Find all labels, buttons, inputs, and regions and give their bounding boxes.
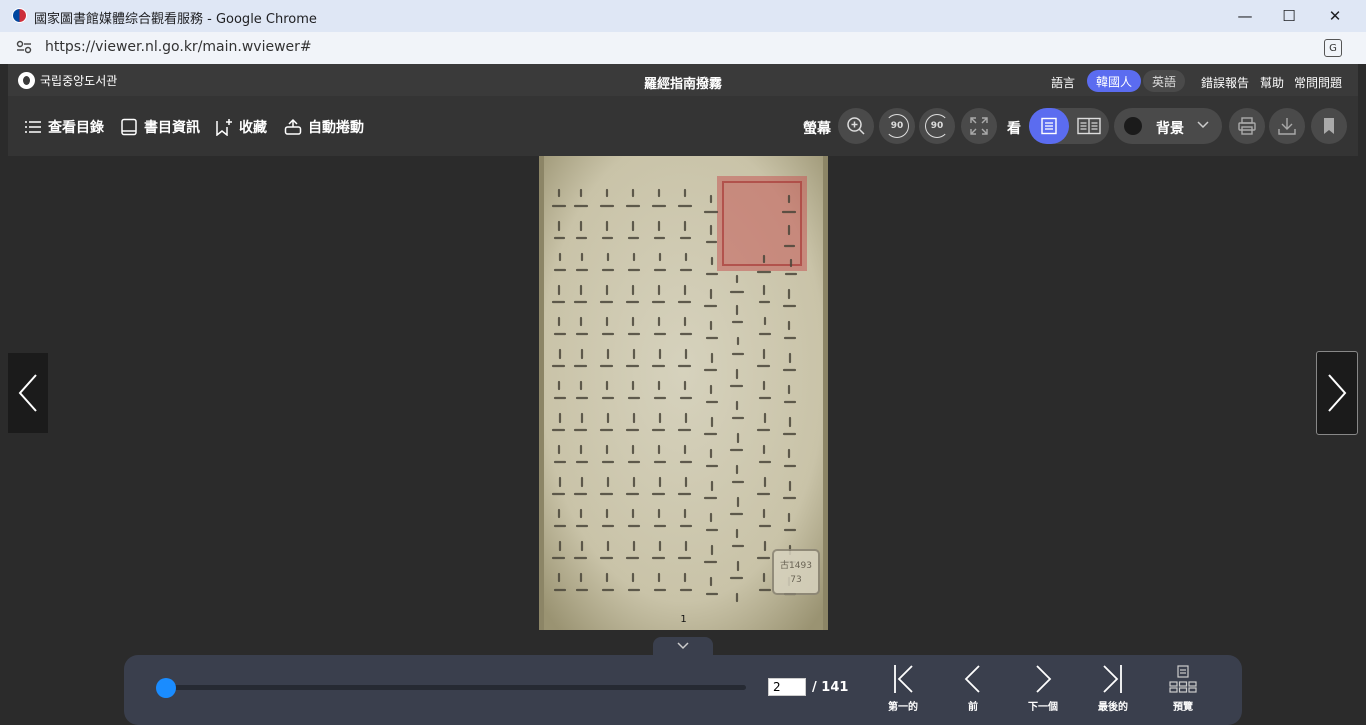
rotate-right-button[interactable]: 90 <box>919 108 955 144</box>
toc-label: 查看目錄 <box>48 120 104 136</box>
collapse-bottom-bar-button[interactable] <box>653 637 713 655</box>
page-number-label: 1 <box>680 614 687 625</box>
double-page-icon <box>1077 117 1101 135</box>
next-page-arrow-button[interactable] <box>1316 351 1358 435</box>
download-button[interactable] <box>1269 108 1305 144</box>
stamp-line-1: 古1493 <box>780 559 812 571</box>
chevron-down-icon <box>677 642 689 650</box>
auto-scroll-button[interactable]: 自動捲動 <box>284 117 364 137</box>
rotate-left-button[interactable]: 90 <box>879 108 915 144</box>
manuscript-page-image: 古1493 73 <box>539 156 828 630</box>
help-link[interactable]: 幫助 <box>1260 74 1284 91</box>
page-navigation-bar <box>124 655 1242 725</box>
last-page-button[interactable]: 最後的 <box>1088 664 1138 713</box>
rotate-right-icon: 90 <box>925 114 949 138</box>
error-report-link[interactable]: 錯誤報告 <box>1201 74 1249 91</box>
site-info-icon[interactable] <box>16 40 34 56</box>
lang-korean-button[interactable]: 韓國人 <box>1087 70 1141 92</box>
close-window-button[interactable]: ✕ <box>1312 0 1358 32</box>
bookmark-add-button[interactable]: 收藏 <box>215 117 267 137</box>
first-page-icon <box>894 665 913 693</box>
red-seal-stamp <box>717 176 807 271</box>
rotate-left-icon: 90 <box>885 114 909 138</box>
fullscreen-button[interactable] <box>961 108 997 144</box>
first-page-button[interactable]: 第一的 <box>878 664 928 713</box>
window-title: 國家圖書館媒體综合觀看服務 - Google Chrome <box>34 12 317 27</box>
prev-page-arrow-button[interactable] <box>8 353 48 433</box>
bookmark-list-button[interactable] <box>1311 108 1347 144</box>
view-mode-label: 看 <box>1007 121 1021 137</box>
url-field[interactable]: https://viewer.nl.go.kr/main.wviewer# <box>45 39 312 55</box>
chevron-right-icon <box>1328 374 1347 412</box>
book-icon <box>121 118 137 136</box>
faq-link[interactable]: 常問問題 <box>1294 74 1342 91</box>
bookmark-label: 收藏 <box>239 120 267 136</box>
page-number-input[interactable] <box>768 678 806 696</box>
preview-grid-icon <box>1169 665 1197 693</box>
page-slider-track[interactable] <box>158 685 746 690</box>
library-call-number-stamp: 古1493 73 <box>772 549 820 595</box>
bookmark-plus-icon <box>216 119 232 136</box>
preview-button[interactable]: 預覽 <box>1158 664 1208 713</box>
last-page-label: 最後的 <box>1098 702 1128 713</box>
page-slider-thumb[interactable] <box>156 678 176 698</box>
fullscreen-icon <box>970 117 988 135</box>
translate-icon[interactable]: G <box>1324 39 1342 57</box>
chevron-down-icon <box>1196 117 1210 135</box>
previous-page-button[interactable]: 前 <box>948 664 998 713</box>
next-icon <box>1036 665 1052 693</box>
single-page-view-button[interactable] <box>1029 108 1069 144</box>
bookmark-icon <box>1324 118 1334 134</box>
single-page-icon <box>1041 117 1057 135</box>
chevron-left-icon <box>18 374 37 412</box>
bib-info-button[interactable]: 書目資訊 <box>120 117 200 137</box>
preview-label: 預覽 <box>1173 702 1193 713</box>
manuscript-page-drawing: 古1493 73 <box>539 156 828 630</box>
list-icon <box>25 121 41 133</box>
minimize-button[interactable]: — <box>1222 0 1268 32</box>
stamp-line-2: 73 <box>790 575 801 585</box>
download-icon <box>1278 118 1296 135</box>
background-color-swatch <box>1124 117 1142 135</box>
double-page-view-button[interactable] <box>1069 108 1109 144</box>
maximize-button[interactable]: ☐ <box>1266 0 1312 32</box>
printer-icon <box>1238 117 1256 135</box>
previous-page-label: 前 <box>968 702 978 713</box>
toc-button[interactable]: 查看目錄 <box>24 117 104 137</box>
prev-icon <box>964 665 980 693</box>
next-page-label: 下一個 <box>1028 702 1058 713</box>
auto-scroll-icon <box>284 118 302 135</box>
zoom-in-button[interactable] <box>838 108 874 144</box>
language-label: 語言 <box>1051 76 1076 90</box>
print-button[interactable] <box>1229 108 1265 144</box>
lang-english-button[interactable]: 英語 <box>1143 70 1185 92</box>
auto-scroll-label: 自動捲動 <box>308 120 364 136</box>
first-page-label: 第一的 <box>888 702 918 713</box>
background-label: 背景 <box>1156 121 1184 137</box>
site-favicon-icon <box>12 8 27 23</box>
total-pages-label: / 141 <box>812 680 849 695</box>
next-page-button[interactable]: 下一個 <box>1018 664 1068 713</box>
screen-label: 螢幕 <box>803 121 831 137</box>
zoom-in-icon <box>847 117 865 135</box>
last-page-icon <box>1103 665 1122 693</box>
bib-info-label: 書目資訊 <box>144 120 200 136</box>
